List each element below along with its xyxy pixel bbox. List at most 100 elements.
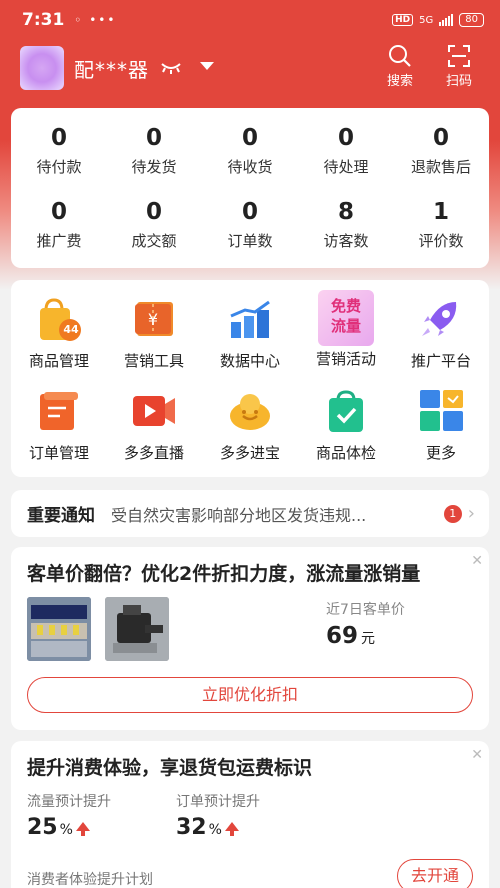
notice-text[interactable]: 受自然灾害影响部分地区发货违规... bbox=[111, 502, 411, 526]
scan-icon bbox=[448, 45, 470, 67]
stat-value: 8 bbox=[337, 199, 354, 225]
optimize-discount-button[interactable]: 立即优化折扣 bbox=[27, 677, 473, 713]
close-icon[interactable]: ✕ bbox=[471, 553, 483, 569]
tool-order-management[interactable]: 订单管理 bbox=[11, 386, 107, 463]
avg-price-unit: 元 bbox=[361, 631, 376, 647]
stat-label: 待付款 bbox=[36, 158, 82, 176]
search-label: 搜索 bbox=[386, 74, 413, 89]
free-traffic-line2: 流量 bbox=[330, 317, 361, 335]
traffic-lift-value: 25% bbox=[27, 815, 90, 840]
tool-label: 数据中心 bbox=[219, 352, 280, 370]
status-bar: 7:31 ◦ ••• HD 5G 80 bbox=[0, 0, 500, 40]
promo-title: 客单价翻倍？优化2件折扣力度，涨流量涨销量 bbox=[27, 563, 421, 585]
tool-label: 商品体检 bbox=[315, 444, 376, 462]
stat-pending-shipment[interactable]: 0 待发货 bbox=[106, 124, 202, 177]
svg-text:¥: ¥ bbox=[148, 310, 158, 329]
eye-closed-icon[interactable] bbox=[160, 60, 182, 79]
price-promo-card: 客单价翻倍？优化2件折扣力度，涨流量涨销量 ✕ 近7日客单价 69 元 立即优化折… bbox=[11, 547, 489, 730]
order-lift-label: 订单预计提升 bbox=[176, 794, 260, 810]
treasure-icon bbox=[225, 386, 275, 436]
traffic-lift-label: 流量预计提升 bbox=[27, 794, 111, 810]
stat-label: 推广费 bbox=[36, 232, 82, 250]
chevron-right-icon[interactable]: › bbox=[468, 503, 475, 524]
tool-label: 营销工具 bbox=[123, 352, 184, 370]
tool-product-check[interactable]: 商品体检 bbox=[298, 386, 394, 463]
coupon-icon: ¥ bbox=[129, 294, 179, 344]
stat-value: 0 bbox=[50, 199, 67, 225]
live-video-icon bbox=[129, 386, 179, 436]
order-lift-value: 32% bbox=[176, 815, 239, 840]
tool-label: 推广平台 bbox=[410, 352, 471, 370]
tool-product-management[interactable]: 44 商品管理 bbox=[11, 294, 107, 371]
tool-label: 商品管理 bbox=[28, 352, 89, 370]
activate-button[interactable]: 去开通 bbox=[397, 859, 473, 888]
status-right-icons: HD 5G 80 bbox=[392, 13, 484, 27]
stat-pending-receipt[interactable]: 0 待收货 bbox=[202, 124, 298, 177]
search-icon bbox=[389, 45, 411, 67]
stat-pending-payment[interactable]: 0 待付款 bbox=[11, 124, 107, 177]
bar-chart-icon bbox=[225, 294, 275, 344]
shop-name[interactable]: 配***器 bbox=[74, 54, 149, 83]
tool-label: 多多直播 bbox=[123, 444, 184, 462]
hd-icon: HD bbox=[392, 14, 414, 26]
product-thumbnail[interactable] bbox=[105, 597, 169, 661]
signal-icon bbox=[439, 14, 454, 26]
battery-icon: 80 bbox=[459, 13, 484, 27]
order-list-icon bbox=[34, 386, 84, 436]
notice-title: 重要通知 bbox=[27, 506, 95, 526]
stat-refund[interactable]: 0 退款售后 bbox=[393, 124, 489, 177]
tool-duoduo-jinbao[interactable]: 多多进宝 bbox=[202, 386, 298, 463]
tool-more[interactable]: 更多 bbox=[393, 386, 489, 463]
stat-value: 0 bbox=[50, 125, 67, 151]
stat-reviews[interactable]: 1 评价数 bbox=[393, 198, 489, 251]
stat-label: 待处理 bbox=[323, 158, 369, 176]
tool-label: 多多进宝 bbox=[219, 444, 280, 462]
percent-sign: % bbox=[59, 822, 73, 838]
free-traffic-icon: 免费 流量 bbox=[318, 290, 374, 346]
rocket-icon bbox=[416, 294, 466, 344]
stat-pending-handle[interactable]: 0 待处理 bbox=[298, 124, 394, 177]
notification-icons: ◦ ••• bbox=[74, 13, 117, 27]
check-bag-icon bbox=[321, 386, 371, 436]
product-thumbnail[interactable] bbox=[27, 597, 91, 661]
search-button[interactable]: 搜索 bbox=[378, 44, 422, 89]
scan-button[interactable]: 扫码 bbox=[437, 44, 481, 89]
stat-label: 待收货 bbox=[227, 158, 273, 176]
tool-label: 更多 bbox=[425, 444, 456, 462]
stat-visitors[interactable]: 8 访客数 bbox=[298, 198, 394, 251]
order-stats-card: 0 待付款 0 待发货 0 待收货 0 待处理 0 退款售后 0 推广费 0 成… bbox=[11, 108, 489, 268]
stat-label: 订单数 bbox=[227, 232, 273, 250]
important-notice-bar[interactable]: 重要通知 受自然灾害影响部分地区发货违规... 1 › bbox=[11, 490, 489, 537]
stat-value: 1 bbox=[432, 199, 449, 225]
tool-label: 订单管理 bbox=[28, 444, 89, 462]
avg-price-label: 近7日客单价 bbox=[326, 602, 405, 618]
product-count-badge: 44 bbox=[63, 323, 79, 336]
stat-label: 待发货 bbox=[131, 158, 177, 176]
avg-price-number: 69 bbox=[326, 623, 359, 649]
stat-promotion-fee[interactable]: 0 推广费 bbox=[11, 198, 107, 251]
stat-gmv[interactable]: 0 成交额 bbox=[106, 198, 202, 251]
up-arrow-icon bbox=[75, 822, 90, 836]
traffic-lift-number: 25 bbox=[27, 815, 58, 840]
tool-live-stream[interactable]: 多多直播 bbox=[106, 386, 202, 463]
avatar[interactable] bbox=[20, 46, 64, 90]
shop-switch-dropdown-icon[interactable] bbox=[200, 62, 214, 70]
network-label: 5G bbox=[419, 14, 434, 26]
stat-value: 0 bbox=[337, 125, 354, 151]
stat-label: 退款售后 bbox=[410, 158, 471, 176]
tool-marketing-activity[interactable]: 免费 流量 营销活动 bbox=[298, 290, 394, 369]
plan-label: 消费者体验提升计划 bbox=[27, 872, 153, 888]
tool-marketing-tools[interactable]: ¥ 营销工具 bbox=[106, 294, 202, 371]
order-lift-number: 32 bbox=[176, 815, 207, 840]
stat-value: 0 bbox=[145, 125, 162, 151]
tool-data-center[interactable]: 数据中心 bbox=[202, 294, 298, 371]
stat-label: 访客数 bbox=[323, 232, 369, 250]
stat-value: 0 bbox=[241, 199, 258, 225]
tool-promotion-platform[interactable]: 推广平台 bbox=[393, 294, 489, 371]
avg-price-value: 69 元 bbox=[326, 623, 375, 649]
shopping-bag-icon: 44 bbox=[34, 294, 84, 344]
stat-orders[interactable]: 0 订单数 bbox=[202, 198, 298, 251]
close-icon[interactable]: ✕ bbox=[471, 747, 483, 763]
percent-sign: % bbox=[208, 822, 222, 838]
consumer-experience-card: 提升消费体验，享退货包运费标识 ✕ 流量预计提升 25% 订单预计提升 32% … bbox=[11, 741, 489, 888]
